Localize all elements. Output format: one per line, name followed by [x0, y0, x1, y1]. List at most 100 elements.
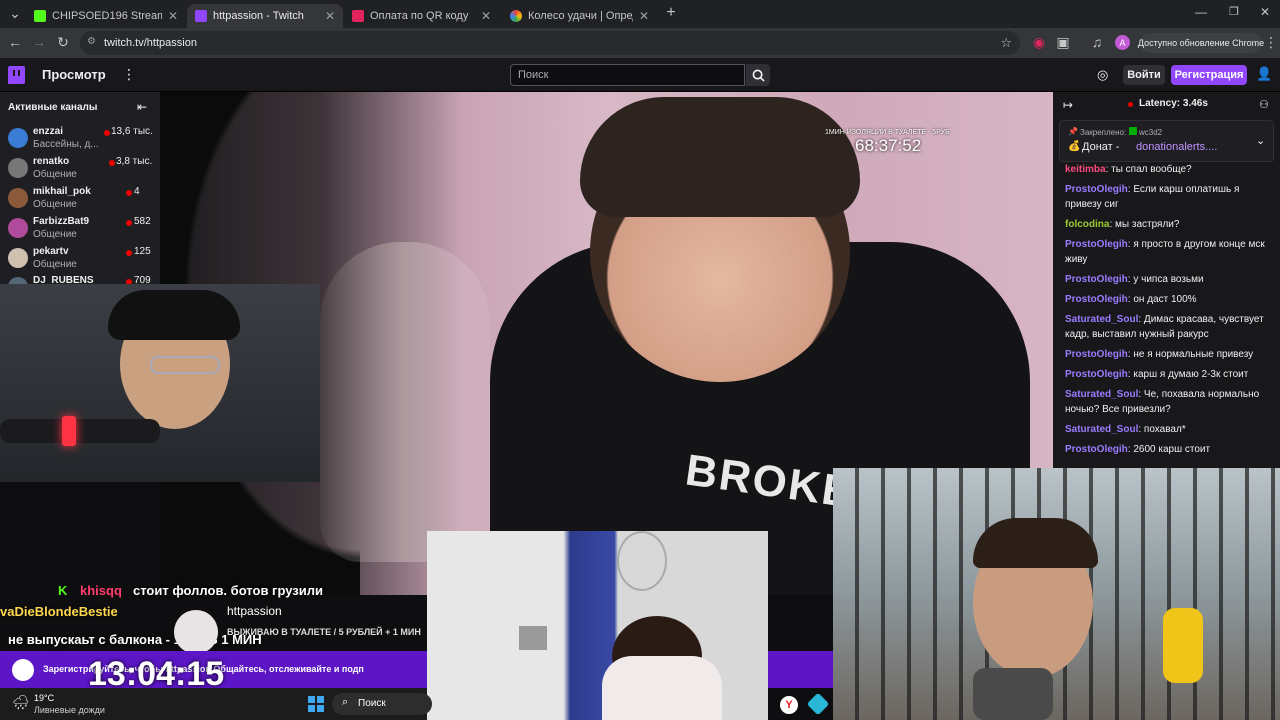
chat-username[interactable]: ProstoOlegih	[1065, 349, 1128, 360]
chat-username[interactable]: keitimba	[1065, 164, 1106, 175]
sidebar-channel[interactable]: DJ_RUBENS 709	[0, 273, 160, 284]
donation-link[interactable]: donationalerts....	[1136, 141, 1217, 153]
back-icon[interactable]: ←	[6, 34, 24, 50]
pinned-message[interactable]: 📌 Закреплено: wc3d2 💰 Донат - donational…	[1059, 120, 1274, 162]
extension-icon[interactable]: ◉	[1030, 34, 1048, 51]
browser-tab-bar: ⌄ CHIPSOED196 Stream - Watch l ✕ httpass…	[0, 0, 1280, 28]
url-text: twitch.tv/httpassion	[104, 37, 197, 49]
chat-message: ProstoOlegih: Если карш оплатишь я приве…	[1065, 182, 1275, 212]
community-icon[interactable]: ⚇	[1259, 98, 1269, 111]
media-controls-icon[interactable]: ♫	[1088, 34, 1106, 50]
collapse-chat-icon[interactable]: ↦	[1063, 98, 1073, 112]
sidebar-channel[interactable]: FarbizzBat9 Общение 582	[0, 214, 160, 244]
webcam-overlay-balcony	[833, 468, 1280, 720]
avatar	[8, 248, 28, 268]
sidebar-channel[interactable]: pekartv Общение 125	[0, 244, 160, 274]
chat-message: ProstoOlegih: не я нормальные привезу	[1065, 347, 1275, 362]
streamer-hair-image	[108, 290, 240, 340]
channel-info: httpassion ВЫЖИВАЮ В ТУАЛЕТЕ / 5 РУБЛЕЙ …	[172, 600, 432, 654]
pin-icon: 📌	[1068, 127, 1078, 136]
bookmark-star-icon[interactable]: ☆	[1000, 35, 1012, 51]
tab-search-icon[interactable]: ⌄	[6, 5, 24, 22]
reload-icon[interactable]: ↻	[54, 34, 72, 51]
webcam-overlay-bathroom	[427, 531, 768, 720]
chat-username[interactable]: Saturated_Soul	[1065, 314, 1138, 325]
weather-icon[interactable]: 🌧	[12, 694, 30, 711]
channel-name[interactable]: httpassion	[227, 604, 282, 618]
tab-qr-payment[interactable]: Оплата по QR коду ✕	[344, 4, 499, 28]
yellow-bottle-image	[1163, 608, 1203, 683]
address-bar[interactable]: ⚙ twitch.tv/httpassion ☆	[80, 31, 1020, 55]
glasses-image	[150, 356, 220, 374]
prime-crown-icon[interactable]: ◎	[1097, 67, 1108, 83]
tab-httpassion[interactable]: httpassion - Twitch ✕	[187, 4, 343, 28]
app-icon[interactable]	[806, 692, 830, 716]
close-icon[interactable]: ✕	[481, 9, 491, 23]
browser-toolbar: ← → ↻ ⚙ twitch.tv/httpassion ☆ ◉ ▣ ♫ A Д…	[0, 28, 1280, 58]
chat-text: 2600 карш стоит	[1133, 444, 1211, 455]
chat-message: ProstoOlegih: я просто в другом конце мс…	[1065, 237, 1275, 267]
restore-icon[interactable]: ❐	[1225, 5, 1243, 18]
tab-chipsoed[interactable]: CHIPSOED196 Stream - Watch l ✕	[26, 4, 186, 28]
kick-icon	[34, 10, 46, 22]
minimize-icon[interactable]: —	[1192, 5, 1210, 19]
microphone-image	[0, 419, 160, 443]
chat-username[interactable]: ProstoOlegih	[1065, 239, 1128, 250]
taskbar-search[interactable]: ⌕ Поиск	[332, 693, 432, 715]
glitch-icon	[12, 659, 34, 681]
chat-message: Saturated_Soul: Че, похавала нормально н…	[1065, 387, 1275, 417]
kick-badge-icon: K	[58, 583, 68, 598]
chat-username[interactable]: Saturated_Soul	[1065, 424, 1138, 435]
chat-username[interactable]: ProstoOlegih	[1065, 444, 1128, 455]
followed-channels-sidebar: Активные каналы ⇤ enzzai Бассейны, д... …	[0, 92, 160, 284]
login-button[interactable]: Войти	[1123, 65, 1165, 85]
chat-username[interactable]: ProstoOlegih	[1065, 294, 1128, 305]
timer-caption: 1МИН ИЗОЛЯЦИИ В ТУАЛЕТЕ - 5РУБ	[825, 129, 950, 136]
more-menu-icon[interactable]: ⋮	[122, 66, 136, 83]
close-icon[interactable]: ✕	[639, 9, 649, 23]
chat-text: ты спал вообще?	[1111, 164, 1192, 175]
windows-start-icon[interactable]	[308, 696, 324, 712]
search-input[interactable]: Поиск	[510, 64, 745, 86]
streamer-hair-image	[580, 97, 860, 217]
sidebar-channel[interactable]: renatko Общение 3,8 тыс.	[0, 154, 160, 184]
extensions-puzzle-icon[interactable]: ▣	[1054, 34, 1072, 51]
chrome-menu-icon[interactable]: ⋮	[1262, 34, 1280, 51]
yandex-browser-icon[interactable]: Y	[780, 696, 798, 714]
chat-text: он даст 100%	[1133, 294, 1197, 305]
chat-text: мы застряли?	[1115, 219, 1180, 230]
chat-username[interactable]: folcodina	[1065, 219, 1109, 230]
tab-wheel[interactable]: Колесо удачи | Определите п ✕	[502, 4, 657, 28]
toilet-paper-holder-image	[519, 626, 547, 650]
channel-avatar[interactable]	[174, 610, 218, 654]
sidebar-channel[interactable]: enzzai Бассейны, д... 13,6 тыс.	[0, 124, 160, 154]
chat-text: похавал*	[1143, 424, 1186, 435]
chat-text: у чипса возьми	[1133, 274, 1204, 285]
search-icon	[752, 69, 765, 82]
new-tab-icon[interactable]: +	[662, 4, 680, 22]
sidebar-channel[interactable]: mikhail_pok Общение 4	[0, 184, 160, 214]
close-icon[interactable]: ✕	[325, 9, 335, 23]
live-dot-icon	[104, 130, 110, 136]
twitch-logo-icon[interactable]	[8, 66, 25, 84]
register-button[interactable]: Регистрация	[1171, 65, 1247, 85]
fan-image	[617, 531, 667, 591]
window-close-icon[interactable]: ✕	[1256, 5, 1274, 19]
browse-link[interactable]: Просмотр	[42, 67, 106, 82]
chrome-update-button[interactable]: Доступно обновление Chrome	[1138, 33, 1264, 53]
user-menu-icon[interactable]: 👤	[1256, 66, 1272, 82]
search-button[interactable]	[746, 64, 770, 86]
profile-avatar[interactable]: A	[1115, 35, 1130, 50]
payment-icon	[352, 10, 364, 22]
chat-username[interactable]: ProstoOlegih	[1065, 184, 1128, 195]
stream-title: ВЫЖИВАЮ В ТУАЛЕТЕ / 5 РУБЛЕЙ + 1 МИН	[227, 627, 421, 637]
chat-username[interactable]: ProstoOlegih	[1065, 274, 1128, 285]
collapse-sidebar-icon[interactable]: ⇤	[137, 100, 147, 114]
site-info-icon[interactable]: ⚙	[87, 36, 96, 47]
forward-icon[interactable]: →	[30, 34, 48, 50]
chevron-down-icon[interactable]: ⌄	[1256, 134, 1265, 147]
chat-username[interactable]: ProstoOlegih	[1065, 369, 1128, 380]
chat-username[interactable]: Saturated_Soul	[1065, 389, 1138, 400]
glass-bottle-image	[320, 242, 490, 562]
close-icon[interactable]: ✕	[168, 9, 178, 23]
